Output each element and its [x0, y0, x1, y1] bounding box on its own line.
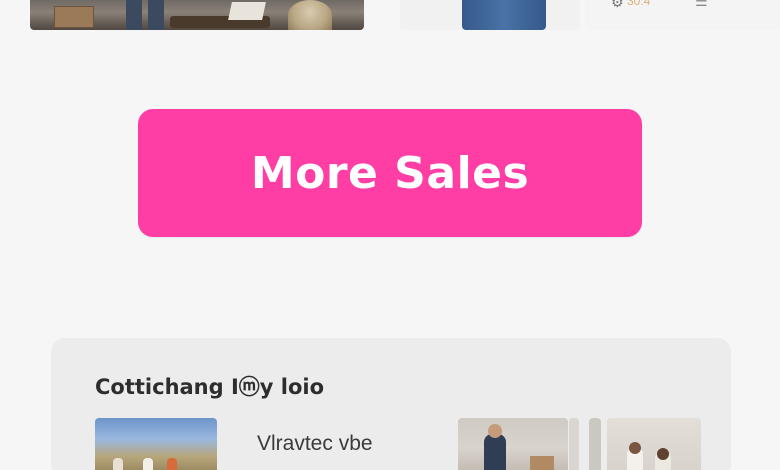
person-head-shape: [657, 448, 669, 460]
card-subtitle: Vlravtec vbe: [257, 432, 373, 455]
product-card-partial[interactable]: ⚙ 30.4 ☰: [585, 0, 780, 30]
person-shape: [484, 434, 506, 470]
person-head-shape: [488, 424, 502, 438]
card-thumbnail-slim[interactable]: [569, 418, 579, 470]
person-head-shape: [629, 442, 641, 454]
person-leg-shape: [148, 0, 164, 30]
person-shape: [143, 458, 153, 470]
price-text: 30.4: [627, 0, 651, 8]
product-photo-jeans[interactable]: [400, 0, 580, 30]
paper-shape: [228, 2, 266, 20]
person-shape: [113, 458, 123, 470]
card-thumbnail-slim[interactable]: [589, 418, 601, 470]
card-thumbnail-people[interactable]: [607, 418, 701, 470]
card-thumbnail-warehouse[interactable]: [458, 418, 568, 470]
featured-card: Cottichang Iⓜy loio Vlravtec vbe: [51, 338, 731, 470]
more-sales-button[interactable]: More Sales: [138, 109, 642, 237]
gear-icon: ⚙: [611, 0, 624, 10]
crate-shape: [54, 6, 94, 28]
card-thumbnail-outdoor[interactable]: [95, 418, 217, 470]
person-leg-shape: [126, 0, 142, 30]
product-photo-scene[interactable]: [30, 0, 364, 30]
person-shape: [167, 458, 177, 470]
drum-shape: [288, 0, 332, 30]
card-title: Cottichang Iⓜy loio: [95, 375, 325, 399]
box-shape: [530, 456, 554, 470]
product-strip: ⚙ 30.4 ☰: [0, 0, 780, 30]
jeans-shape: [462, 0, 546, 30]
menu-icon[interactable]: ☰: [695, 0, 721, 8]
